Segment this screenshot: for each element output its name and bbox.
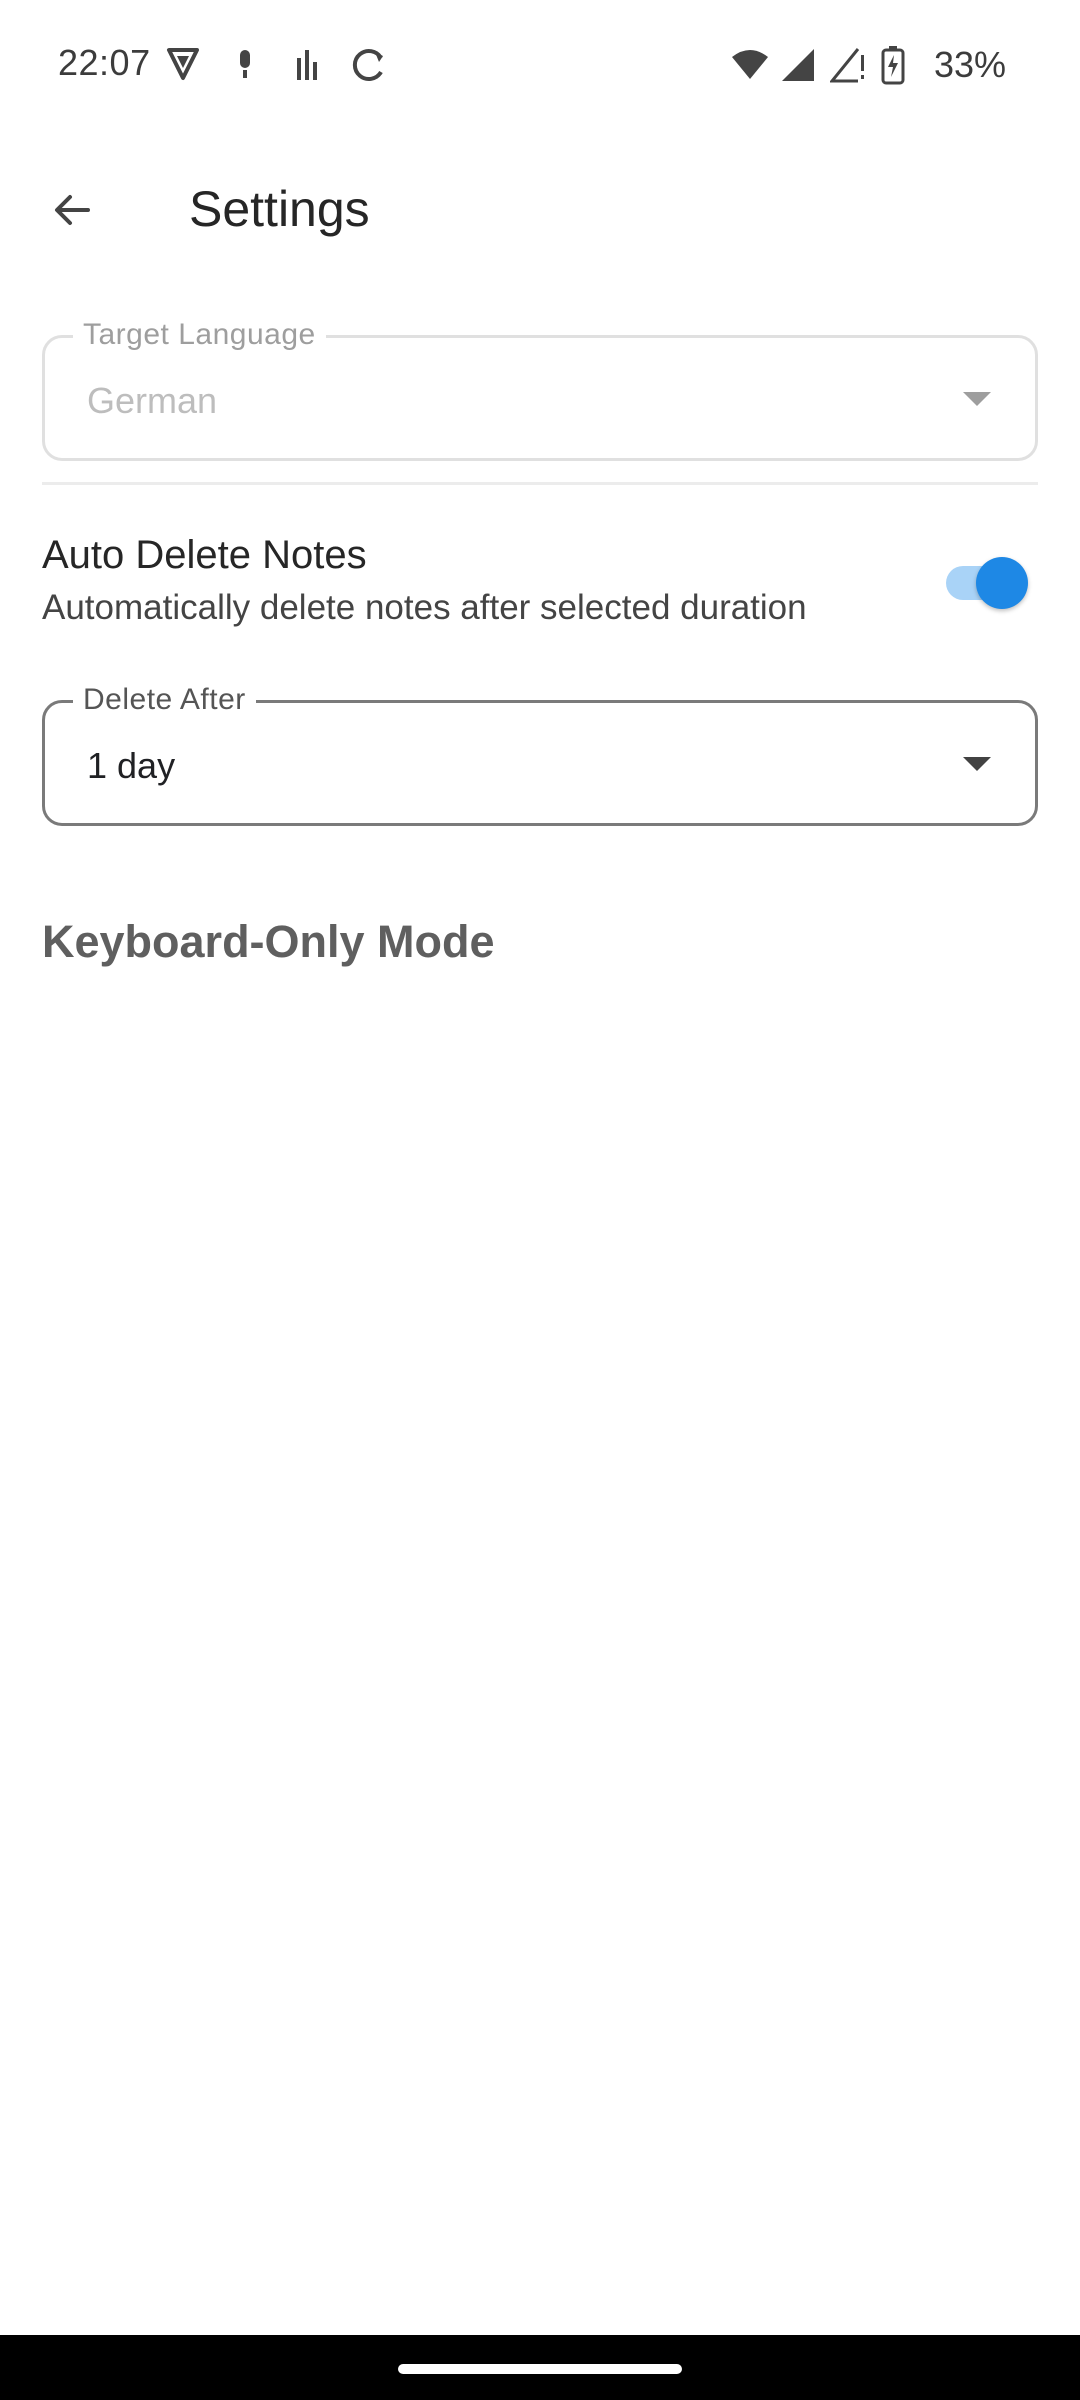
status-bar: 22:07 33% [0,0,1080,130]
sync-icon [351,44,387,84]
target-language-value: German [87,380,218,421]
navigation-bar [0,2335,1080,2400]
app-bar: Settings [0,150,1080,260]
delete-after-value: 1 day [87,745,176,786]
toggle-thumb [976,557,1028,609]
auto-delete-toggle[interactable] [946,555,1030,609]
divider [42,482,1038,485]
battery-percent: 33% [933,44,1006,85]
status-right-icons: 33% [730,44,1006,86]
delete-after-label: Delete After [73,683,256,717]
signal-bars-icon [289,44,325,84]
target-language-label: Target Language [73,318,326,352]
auto-delete-title: Auto Delete Notes [42,533,367,577]
home-gesture-pill[interactable] [398,2364,682,2374]
cell-signal-icon [780,45,816,85]
keyboard-only-mode-heading: Keyboard-Only Mode [42,916,495,967]
arrow-left-icon [48,186,96,239]
auto-delete-description: Automatically delete notes after selecte… [42,588,807,627]
status-time: 22:07 [58,42,151,83]
settings-screen: 22:07 33% Settings Target Language Germa… [0,0,1080,2400]
wifi-icon [730,45,768,85]
microphone-icon [227,44,263,84]
dropdown-arrow-icon [963,757,991,771]
back-button[interactable] [32,172,112,252]
battery-charging-icon [880,45,916,85]
vpn-shield-icon [165,44,201,84]
cell-signal-alert-icon [828,45,866,85]
target-language-dropdown: Target Language German [42,318,1038,461]
delete-after-dropdown[interactable]: Delete After 1 day [42,683,1038,826]
dropdown-arrow-icon [963,392,991,406]
page-title: Settings [189,181,370,237]
status-left-icons [165,44,387,84]
